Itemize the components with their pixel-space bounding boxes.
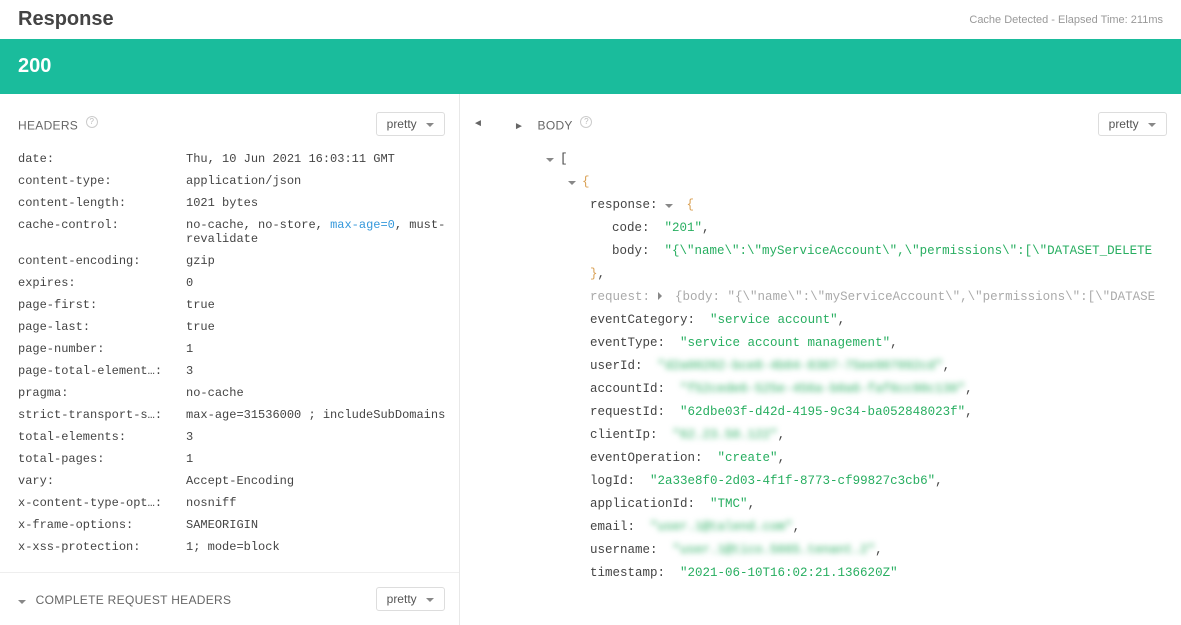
page-title: Response (18, 8, 114, 31)
table-row: varyAccept-Encoding (0, 470, 459, 492)
tree-toggle-icon[interactable] (568, 181, 576, 185)
json-value: "2021-06-10T16:02:21.136620Z" (680, 566, 898, 580)
json-key: request: (590, 290, 650, 304)
headers-format-value: pretty (387, 117, 417, 131)
json-value: "service account" (710, 313, 838, 327)
body-label: BODY (538, 118, 573, 132)
tree-toggle-icon[interactable] (546, 158, 554, 162)
json-key: eventOperation: (590, 451, 703, 465)
json-key: applicationId: (590, 497, 695, 511)
json-value: "62dbe03f-d42d-4195-9c34-ba052848023f" (680, 405, 965, 419)
table-row: strict-transport-s…max-age=31536000 ; in… (0, 404, 459, 426)
json-key: eventCategory: (590, 313, 695, 327)
response-header-bar: Response Cache Detected - Elapsed Time: … (0, 0, 1181, 39)
tree-toggle-icon[interactable] (665, 204, 673, 208)
headers-table: dateThu, 10 Jun 2021 16:03:11 GMT conten… (0, 148, 459, 558)
headers-label: HEADERS (18, 118, 78, 132)
collapse-left-icon[interactable]: ◄ (473, 118, 483, 129)
json-key: eventType: (590, 336, 665, 350)
json-value: "201" (665, 221, 703, 235)
json-key: email: (590, 520, 635, 534)
table-row: content-typeapplication/json (0, 170, 459, 192)
body-format-select[interactable]: pretty (1098, 112, 1167, 136)
json-value: "{\"name\":\"myServiceAccount\",\"permis… (665, 244, 1153, 258)
json-value: "d2a00202-bce8-4b04-8307-75ee907092cd" (658, 359, 943, 373)
json-value: "user.1@tico.5665.tenant.2" (673, 543, 876, 557)
json-value: "f52cede6-525e-456a-b0a6-faf6cc90c130" (680, 382, 965, 396)
json-collapsed: {body: "{\"name\":\"myServiceAccount\",\… (675, 290, 1155, 304)
table-row: cache-controlno-cache, no-store, max-age… (0, 214, 459, 250)
body-panel: ► BODY ? pretty [ { response: { code: "2… (496, 94, 1181, 625)
tree-toggle-icon[interactable] (658, 292, 662, 300)
json-value: "user.1@talend.com" (650, 520, 793, 534)
status-code-bar: 200 (0, 39, 1181, 94)
table-row: dateThu, 10 Jun 2021 16:03:11 GMT (0, 148, 459, 170)
json-key: code: (612, 221, 650, 235)
json-value: "TMC" (710, 497, 748, 511)
json-tree: [ { response: { code: "201", body: "{\"n… (496, 148, 1181, 585)
table-row: page-lasttrue (0, 316, 459, 338)
table-row: x-content-type-opt…nosniff (0, 492, 459, 514)
table-row: pragmano-cache (0, 382, 459, 404)
help-icon[interactable]: ? (86, 116, 98, 128)
complete-format-value: pretty (387, 592, 417, 606)
expand-right-icon[interactable]: ► (514, 121, 524, 132)
table-row: x-frame-optionsSAMEORIGIN (0, 514, 459, 536)
json-value: "62.23.50.122" (673, 428, 778, 442)
json-key: clientIp: (590, 428, 658, 442)
json-key: username: (590, 543, 658, 557)
max-age-link[interactable]: max-age=0 (330, 218, 395, 232)
chevron-down-icon (426, 123, 434, 127)
table-row: x-xss-protection1; mode=block (0, 536, 459, 558)
json-key: requestId: (590, 405, 665, 419)
table-row: page-number1 (0, 338, 459, 360)
complete-request-headers-row[interactable]: COMPLETE REQUEST HEADERS pretty (0, 572, 459, 611)
elapsed-meta: Cache Detected - Elapsed Time: 211ms (969, 14, 1163, 26)
headers-panel: HEADERS ? pretty dateThu, 10 Jun 2021 16… (0, 94, 460, 625)
table-row: page-firsttrue (0, 294, 459, 316)
panel-divider[interactable]: ◄ (460, 94, 496, 625)
json-value: "service account management" (680, 336, 890, 350)
complete-headers-label: COMPLETE REQUEST HEADERS (36, 593, 232, 607)
chevron-down-icon (1148, 123, 1156, 127)
json-value: "2a33e8f0-2d03-4f1f-8773-cf99827c3cb6" (650, 474, 935, 488)
table-row: total-elements3 (0, 426, 459, 448)
json-key: userId: (590, 359, 643, 373)
json-key: body: (612, 244, 650, 258)
json-key: timestamp: (590, 566, 665, 580)
table-row: page-total-element…3 (0, 360, 459, 382)
json-key: response: (590, 198, 658, 212)
chevron-down-icon (18, 600, 26, 604)
json-key: logId: (590, 474, 635, 488)
chevron-down-icon (426, 598, 434, 602)
table-row: content-length1021 bytes (0, 192, 459, 214)
help-icon[interactable]: ? (580, 116, 592, 128)
table-row: expires0 (0, 272, 459, 294)
json-key: accountId: (590, 382, 665, 396)
table-row: total-pages1 (0, 448, 459, 470)
complete-format-select[interactable]: pretty (376, 587, 445, 611)
table-row: content-encodinggzip (0, 250, 459, 272)
headers-format-select[interactable]: pretty (376, 112, 445, 136)
json-value: "create" (718, 451, 778, 465)
body-format-value: pretty (1109, 117, 1139, 131)
